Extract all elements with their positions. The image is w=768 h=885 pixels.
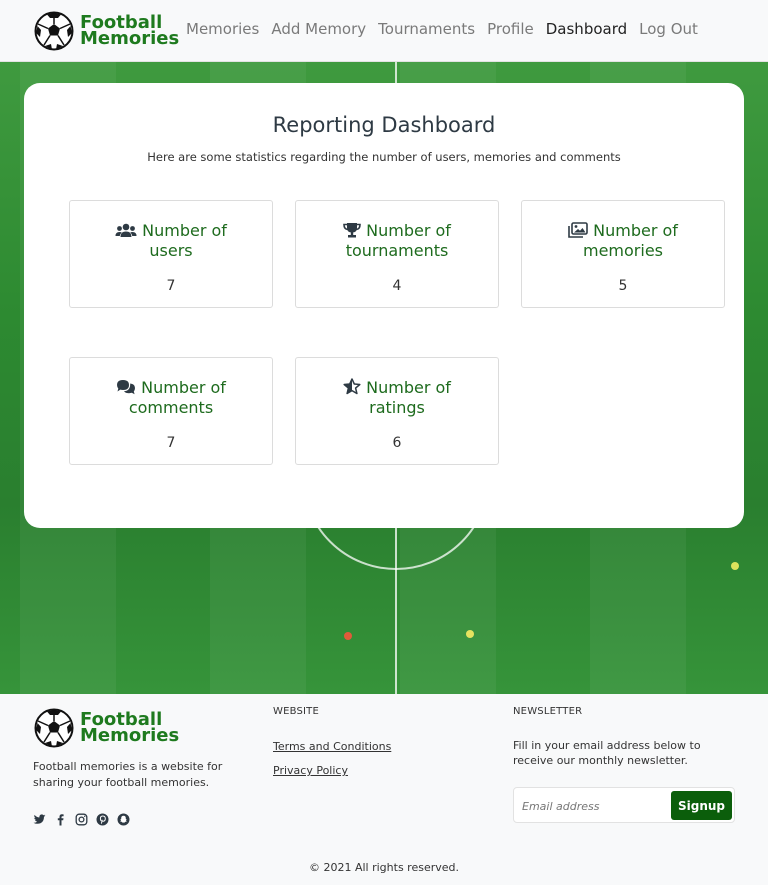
pinterest-icon[interactable] [96,811,109,826]
users-icon [115,223,137,237]
stat-label: Number of [141,378,226,397]
privacy-link[interactable]: Privacy Policy [273,764,348,777]
stat-value-ratings: 6 [392,435,402,451]
images-icon [568,222,588,238]
stat-heading: Number of users [78,221,264,261]
stat-label: Number of [142,221,227,240]
footer-brand-name: Football Memories [80,711,180,746]
stat-label: Number of [366,221,451,240]
player-figure [344,632,352,640]
stat-card-memories: Number of memories 5 [521,200,725,308]
brand-line-2: Memories [80,28,180,49]
social-links [33,811,138,826]
main-nav: Memories Add Memory Tournaments Profile … [186,20,710,38]
stat-value-comments: 7 [166,435,176,451]
stat-card-ratings: Number of ratings 6 [295,357,499,465]
nav-tournaments[interactable]: Tournaments [378,20,475,38]
copyright: © 2021 All rights reserved. [308,861,460,874]
page-title: Reporting Dashboard [272,113,496,137]
email-input[interactable] [522,796,672,816]
terms-link[interactable]: Terms and Conditions [273,740,391,753]
stat-heading: Number of memories [530,221,716,261]
nav-profile[interactable]: Profile [487,20,534,38]
facebook-icon[interactable] [54,811,67,826]
nav-dashboard[interactable]: Dashboard [546,20,627,38]
footer-description: Football memories is a website for shari… [33,760,223,789]
stat-label: memories [582,241,663,260]
stat-value-memories: 5 [618,278,628,294]
stat-label: Number of [366,378,451,397]
twitter-icon[interactable] [33,811,46,824]
footer-brand-logo[interactable]: Football Memories [34,708,179,748]
signup-button[interactable]: Signup [671,791,732,820]
player-figure [731,562,739,570]
stat-label: Number of [593,221,678,240]
star-half-icon [343,378,361,395]
nav-add-memory[interactable]: Add Memory [271,20,366,38]
stat-label: users [149,241,193,260]
stat-heading: Number of tournaments [304,221,490,261]
footer: Football Memories Football memories is a… [0,694,768,885]
stat-heading: Number of ratings [304,378,490,418]
nav-log-out[interactable]: Log Out [639,20,698,38]
brand-line-2: Memories [80,725,180,746]
newsletter-form: Signup [513,787,735,823]
brand-logo[interactable]: Football Memories [34,11,179,51]
stat-label: tournaments [345,241,449,260]
stat-card-comments: Number of comments 7 [69,357,273,465]
snapchat-icon[interactable] [117,811,130,826]
football-icon [34,11,74,51]
comments-icon [117,380,136,395]
football-icon [34,708,74,748]
stat-value-tournaments: 4 [392,278,402,294]
trophy-icon [343,223,361,238]
instagram-icon[interactable] [75,811,88,826]
website-heading: WEBSITE [273,706,320,717]
newsletter-text: Fill in your email address below to rece… [513,739,701,767]
nav-memories[interactable]: Memories [186,20,259,38]
page-subtitle: Here are some statistics regarding the n… [147,150,621,164]
player-figure [466,630,474,638]
stat-card-users: Number of users 7 [69,200,273,308]
brand-name: Football Memories [80,14,180,49]
navbar: Football Memories Memories Add Memory To… [0,0,768,62]
stat-value-users: 7 [166,278,176,294]
stat-heading: Number of comments [78,378,264,418]
stat-card-tournaments: Number of tournaments 4 [295,200,499,308]
dashboard-card: Reporting Dashboard Here are some statis… [24,83,744,528]
stat-label: ratings [369,398,425,417]
newsletter-heading: NEWSLETTER [513,706,583,717]
stat-label: comments [128,398,214,417]
